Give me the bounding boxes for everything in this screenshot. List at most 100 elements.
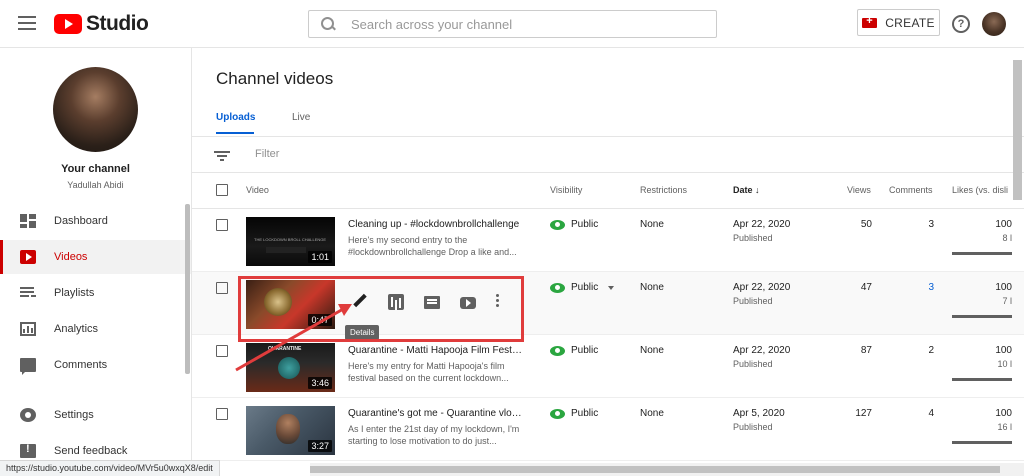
video-title[interactable]: Quarantine - Matti Hapooja Film Festiv..… [348, 345, 523, 356]
restrictions-value: None [640, 282, 664, 293]
menu-icon[interactable] [18, 16, 36, 30]
select-all-checkbox[interactable] [216, 184, 228, 196]
sidebar-item-label: Dashboard [54, 215, 108, 227]
column-header-visibility[interactable]: Visibility [550, 185, 582, 195]
video-thumbnail[interactable]: QUARANTINE 3:46 [246, 343, 335, 392]
row-checkbox[interactable] [216, 408, 228, 420]
video-description: Here's my second entry to the #lockdownb… [348, 235, 517, 257]
channel-avatar[interactable] [53, 67, 138, 152]
column-header-date[interactable]: Date ↓ [733, 185, 760, 195]
likes-percent: 100 [995, 282, 1012, 293]
table-row[interactable]: 0:47 Public None Apr 22, 2020 Published … [192, 272, 1024, 335]
likes-percent: 100 [995, 219, 1012, 230]
help-icon[interactable]: ? [952, 15, 970, 33]
top-bar: Studio CREATE ? [0, 0, 1024, 48]
visibility-status[interactable]: Public [550, 408, 598, 419]
vertical-scrollbar[interactable] [1013, 60, 1022, 200]
video-title[interactable]: Quarantine's got me - Quarantine vlog ..… [348, 408, 523, 419]
restrictions-value: None [640, 219, 664, 230]
sidebar-item-settings[interactable]: Settings [0, 398, 191, 432]
more-options-icon[interactable] [496, 294, 500, 310]
sidebar-item-analytics[interactable]: Analytics [0, 312, 191, 346]
likes-count: 7 l [1002, 296, 1012, 306]
video-thumbnail[interactable]: THE LOCKDOWN BROLL CHALLENGE 1:01 [246, 217, 335, 266]
sidebar-item-comments[interactable]: Comments [0, 348, 191, 382]
column-header-comments[interactable]: Comments [889, 185, 933, 195]
sort-arrow-icon: ↓ [755, 185, 760, 195]
account-avatar[interactable] [982, 12, 1006, 36]
date-status: Published [733, 296, 773, 306]
comments-count-link[interactable]: 3 [884, 282, 934, 293]
likes-percent: 100 [995, 408, 1012, 419]
video-duration: 3:46 [308, 377, 332, 389]
sidebar-scrollbar[interactable] [185, 204, 190, 374]
visibility-label: Public [571, 408, 599, 419]
column-header-restrictions[interactable]: Restrictions [640, 185, 687, 195]
search-input[interactable] [351, 16, 691, 32]
youtube-logo-icon [54, 14, 82, 34]
sidebar-item-dashboard[interactable]: Dashboard [0, 204, 191, 238]
sidebar-item-videos[interactable]: Videos [0, 240, 191, 274]
date-status: Published [733, 359, 773, 369]
column-header-views[interactable]: Views [847, 185, 871, 195]
video-description: Here's my entry for Matti Hapooja's film… [348, 361, 509, 383]
horizontal-scrollbar[interactable] [310, 463, 1024, 476]
divider [192, 172, 1024, 173]
likes-count: 10 l [997, 359, 1012, 369]
chevron-down-icon[interactable] [608, 285, 615, 290]
video-thumbnail[interactable]: 3:27 [246, 406, 335, 455]
row-checkbox[interactable] [216, 282, 228, 294]
date-header-label: Date [733, 185, 753, 195]
sidebar-item-label: Playlists [54, 287, 95, 299]
thumbnail-caption: QUARANTINE [268, 346, 302, 352]
filter-icon[interactable] [214, 151, 230, 161]
date-status: Published [733, 233, 773, 243]
visibility-status[interactable]: Public [550, 345, 598, 356]
comments-icon [20, 358, 36, 375]
visibility-label: Public [571, 345, 599, 356]
table-row[interactable]: THE LOCKDOWN BROLL CHALLENGE 1:01 Cleani… [192, 209, 1024, 272]
comments-icon[interactable] [424, 295, 440, 309]
details-pencil-icon[interactable] [352, 294, 368, 310]
youtube-play-icon[interactable] [460, 297, 476, 309]
comments-count: 4 [928, 408, 934, 419]
likes-count: 16 l [997, 422, 1012, 432]
analytics-icon [20, 322, 36, 336]
table-row[interactable]: 3:27 Quarantine's got me - Quarantine vl… [192, 398, 1024, 461]
sidebar-item-label: Analytics [54, 323, 99, 335]
sidebar: Your channel Yadullah Abidi Dashboard Vi… [0, 48, 192, 476]
sidebar-item-label: Settings [54, 409, 94, 421]
video-title[interactable]: Cleaning up - #lockdownbrollchallenge [348, 219, 523, 230]
sidebar-item-playlists[interactable]: Playlists [0, 276, 191, 310]
column-header-likes[interactable]: Likes (vs. disli [952, 185, 1008, 195]
videos-icon [20, 250, 36, 264]
comments-count: 2 [928, 345, 934, 356]
tab-uploads[interactable]: Uploads [216, 112, 255, 123]
thumbnail-shape [266, 247, 306, 253]
search-bar[interactable] [308, 10, 717, 38]
create-button[interactable]: CREATE [857, 9, 940, 36]
filter-input[interactable]: Filter [255, 148, 279, 160]
channel-title[interactable]: Your channel [0, 163, 191, 175]
row-checkbox[interactable] [216, 345, 228, 357]
sidebar-item-label: Comments [54, 359, 108, 371]
visibility-dropdown[interactable]: Public [550, 282, 615, 293]
sidebar-item-label: Videos [54, 251, 88, 263]
video-thumbnail[interactable]: 0:47 [246, 280, 335, 329]
row-checkbox[interactable] [216, 219, 228, 231]
tab-live[interactable]: Live [292, 112, 310, 123]
row-hover-actions [352, 294, 520, 310]
analytics-icon[interactable] [388, 294, 404, 310]
table-row[interactable]: QUARANTINE 3:46 Quarantine - Matti Hapoo… [192, 335, 1024, 398]
studio-logo[interactable]: Studio [54, 12, 149, 36]
visibility-label: Public [571, 282, 599, 293]
search-icon[interactable] [321, 17, 335, 31]
settings-icon [20, 408, 36, 422]
scrollbar-thumb[interactable] [310, 466, 1000, 473]
video-duration: 1:01 [308, 251, 332, 263]
create-label: CREATE [885, 15, 935, 30]
video-description: As I enter the 21st day of my lockdown, … [348, 424, 520, 446]
visibility-label: Public [571, 219, 599, 230]
visibility-status[interactable]: Public [550, 219, 598, 230]
thumbnail-figure [278, 357, 300, 379]
